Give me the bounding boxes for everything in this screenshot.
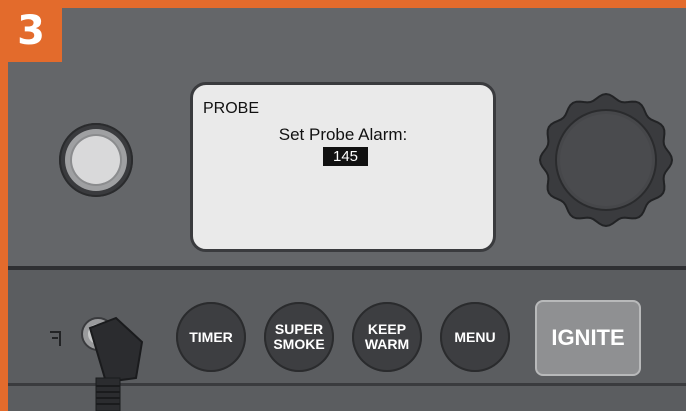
menu-button[interactable]: MENU bbox=[440, 302, 510, 372]
keep-warm-button[interactable]: KEEP WARM bbox=[352, 302, 422, 372]
controller-panel: PROBE Set Probe Alarm: 145 TIMER SUPER S… bbox=[8, 8, 686, 411]
ignite-label: IGNITE bbox=[551, 325, 625, 350]
step-number-badge: 3 bbox=[0, 0, 62, 62]
selection-dial-icon[interactable] bbox=[536, 90, 676, 230]
ignite-button[interactable]: IGNITE bbox=[535, 300, 641, 376]
probe-port-icon bbox=[50, 331, 61, 346]
power-button[interactable] bbox=[59, 123, 133, 197]
display-prompt: Set Probe Alarm: bbox=[278, 125, 408, 144]
timer-label: TIMER bbox=[189, 328, 233, 345]
probe-alarm-value: 145 bbox=[323, 147, 368, 166]
display-mode-title: PROBE bbox=[203, 100, 260, 117]
lcd-display: PROBE Set Probe Alarm: 145 bbox=[190, 82, 496, 252]
keep-warm-label: KEEP WARM bbox=[364, 321, 410, 352]
timer-button[interactable]: TIMER bbox=[176, 302, 246, 372]
power-button-center bbox=[72, 136, 120, 184]
super-smoke-label: SUPER SMOKE bbox=[273, 321, 325, 352]
probe-plug-icon[interactable] bbox=[76, 308, 156, 411]
super-smoke-button[interactable]: SUPER SMOKE bbox=[264, 302, 334, 372]
menu-label: MENU bbox=[454, 328, 496, 345]
